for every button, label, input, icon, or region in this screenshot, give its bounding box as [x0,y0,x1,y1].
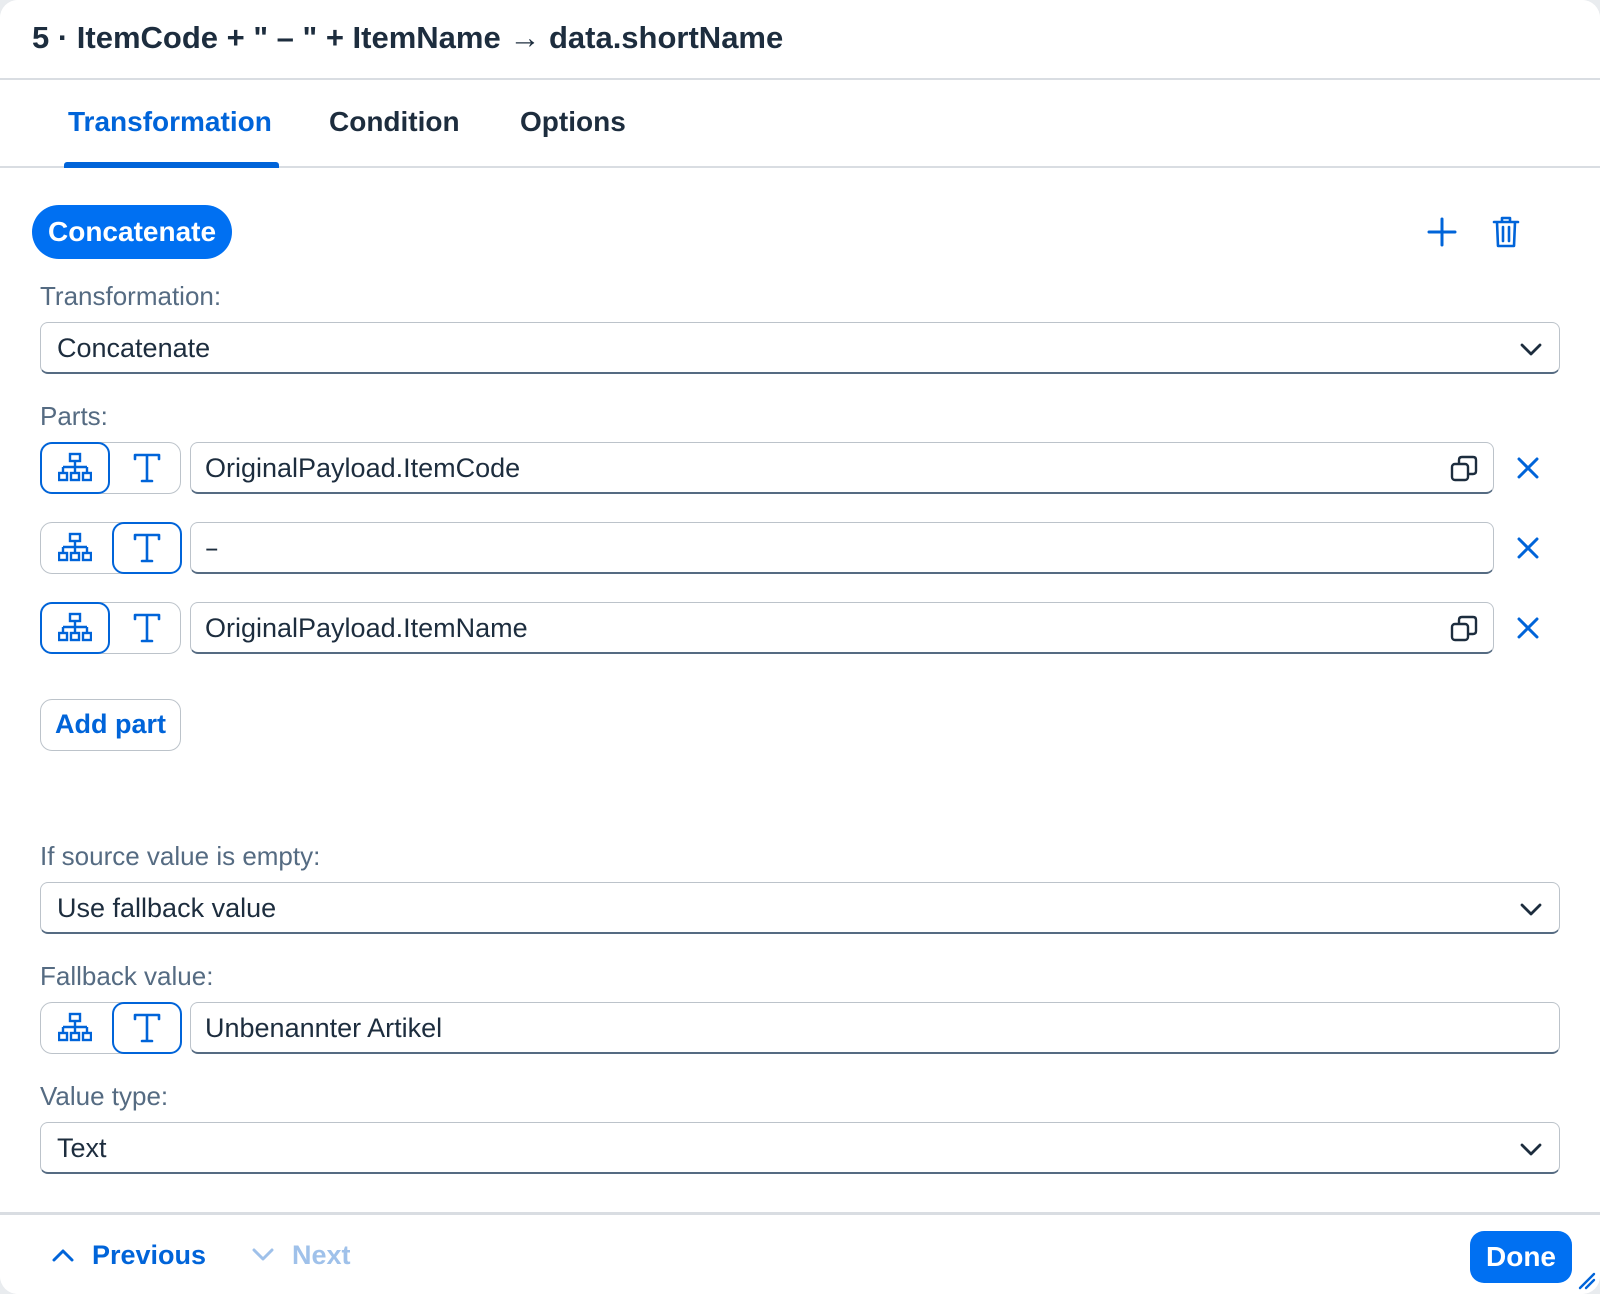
tab-options[interactable]: Options [520,106,626,138]
mapping-dialog: 5 · ItemCode + " – " + ItemName → data.s… [0,0,1600,1294]
close-icon [1517,537,1539,559]
source-mode-button[interactable] [40,1002,110,1054]
add-part-button[interactable]: Add part [40,699,181,751]
value-type-label: Value type: [40,1081,169,1111]
trash-icon [1492,216,1520,248]
text-icon [133,453,160,482]
hierarchy-icon [57,612,92,641]
hierarchy-icon [57,1012,92,1041]
next-button-label: Next [292,1239,351,1270]
remove-part-button[interactable] [1508,608,1548,648]
tab-condition[interactable]: Condition [329,106,460,138]
value-type-select[interactable]: Text [40,1122,1560,1174]
chevron-down-icon [1520,903,1542,916]
copy-icon[interactable] [1449,454,1479,484]
dialog-header: 5 · ItemCode + " – " + ItemName → data.s… [0,0,1600,80]
part-input[interactable]: OriginalPayload.ItemCode [190,442,1494,494]
parts-label: Parts: [40,401,108,431]
empty-source-select[interactable]: Use fallback value [40,882,1560,934]
chevron-up-icon [52,1249,74,1262]
value-type-select-value: Text [57,1133,107,1163]
transformation-select[interactable]: Concatenate [40,322,1560,374]
hierarchy-icon [57,532,92,561]
empty-source-label: If source value is empty: [40,841,321,871]
part-mode-toggle [39,441,182,494]
dialog-title: 5 · ItemCode + " – " + ItemName → data.s… [32,20,784,55]
next-button[interactable]: Next [250,1233,351,1277]
text-mode-button[interactable] [111,521,182,574]
resize-handle-icon[interactable] [1574,1268,1596,1290]
chevron-down-icon [1520,1143,1542,1156]
text-mode-button[interactable] [111,1001,182,1054]
text-icon [133,1013,160,1042]
previous-button[interactable]: Previous [50,1233,206,1277]
text-icon [133,533,160,562]
text-mode-button[interactable] [112,602,182,654]
part-mode-toggle [40,521,182,574]
hierarchy-icon [57,452,92,481]
part-input-value: OriginalPayload.ItemName [205,613,528,643]
previous-button-label: Previous [92,1239,207,1270]
source-mode-button[interactable] [40,522,110,574]
tab-bar: Transformation Condition Options [0,80,1600,168]
add-transformation-button[interactable] [1420,210,1464,254]
dialog-footer: Previous Next Done [0,1212,1600,1294]
fallback-value-input[interactable]: Unbenannter Artikel [190,1002,1560,1054]
remove-part-button[interactable] [1508,448,1548,488]
source-mode-button[interactable] [39,441,110,494]
transformation-select-value: Concatenate [57,333,211,363]
fallback-value-input-value: Unbenannter Artikel [205,1013,443,1043]
empty-source-select-value: Use fallback value [57,893,277,923]
close-icon [1517,457,1539,479]
fallback-value-label: Fallback value: [40,961,214,991]
part-input-value: – [205,533,219,564]
part-input[interactable]: – [190,522,1494,574]
part-input[interactable]: OriginalPayload.ItemName [190,602,1494,654]
part-input-value: OriginalPayload.ItemCode [205,453,521,483]
chevron-down-icon [1520,343,1542,356]
text-mode-button[interactable] [112,442,182,494]
active-tab-indicator [64,162,279,168]
remove-part-button[interactable] [1508,528,1548,568]
close-icon [1517,617,1539,639]
chevron-down-icon [252,1248,274,1261]
plus-icon [1427,217,1457,247]
part-mode-toggle [39,601,182,654]
delete-transformation-button[interactable] [1484,210,1528,254]
tab-transformation[interactable]: Transformation [68,106,272,138]
fallback-mode-toggle [40,1001,182,1054]
transformation-chip[interactable]: Concatenate [32,205,233,259]
source-mode-button[interactable] [39,601,110,654]
transformation-label: Transformation: [40,281,222,311]
copy-icon[interactable] [1449,614,1479,644]
text-icon [133,613,160,642]
done-button[interactable]: Done [1470,1231,1572,1283]
